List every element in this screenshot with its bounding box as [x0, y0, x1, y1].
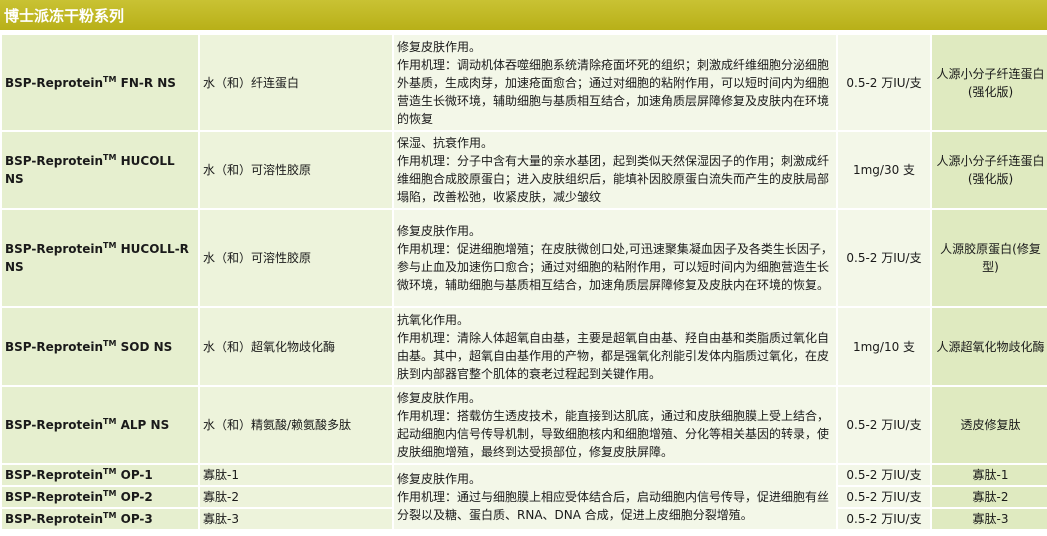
product-name: BSP-ReproteinTM OP-1: [2, 465, 198, 485]
ingredient: 寡肽-1: [200, 465, 392, 485]
table-row: BSP-ReproteinTM HUCOLL NS 水（和）可溶性胶原 保湿、抗…: [2, 132, 1047, 208]
table-row: BSP-ReproteinTM OP-1 寡肽-1 修复皮肤作用。 作用机理：通过…: [2, 465, 1047, 529]
ingredient: 水（和）纤连蛋白: [200, 35, 392, 130]
dosage: 0.5-2 万IU/支: [838, 509, 930, 529]
table-row: BSP-ReproteinTM HUCOLL-R NS 水（和）可溶性胶原 修复…: [2, 210, 1047, 306]
dosage: 0.5-2 万IU/支: [838, 35, 930, 130]
product-type: 寡肽-3: [932, 509, 1047, 529]
page-title: 博士派冻干粉系列: [4, 6, 125, 25]
ingredient: 水（和）可溶性胶原: [200, 210, 392, 306]
product-name: BSP-ReproteinTM FN-R NS: [2, 35, 198, 130]
dosage: 0.5-2 万IU/支: [838, 465, 930, 485]
ingredient: 寡肽-2: [200, 487, 392, 507]
product-type: 人源小分子纤连蛋白(强化版): [932, 35, 1047, 130]
table-row: BSP-ReproteinTM ALP NS 水（和）精氨酸/赖氨酸多肽 修复皮…: [2, 387, 1047, 463]
product-name: BSP-ReproteinTM HUCOLL-R NS: [2, 210, 198, 306]
dosage: 1mg/10 支: [838, 308, 930, 385]
product-type: 人源胶原蛋白(修复型): [932, 210, 1047, 306]
title-bar: 博士派冻干粉系列: [0, 0, 1047, 30]
description: 修复皮肤作用。 作用机理：搭载仿生透皮技术，能直接到达肌底，通过和皮肤细胞膜上受上…: [394, 387, 836, 463]
table-row: BSP-ReproteinTM FN-R NS 水（和）纤连蛋白 修复皮肤作用。…: [2, 35, 1047, 130]
product-type: 寡肽-2: [932, 487, 1047, 507]
description: 保湿、抗衰作用。 作用机理：分子中含有大量的亲水基团，起到类似天然保湿因子的作用；…: [394, 132, 836, 208]
dosage: 0.5-2 万IU/支: [838, 487, 930, 507]
ingredient: 水（和）可溶性胶原: [200, 132, 392, 208]
product-type: 寡肽-1: [932, 465, 1047, 485]
dosage: 0.5-2 万IU/支: [838, 387, 930, 463]
ingredient: 寡肽-3: [200, 509, 392, 529]
product-name: BSP-ReproteinTM OP-3: [2, 509, 198, 529]
product-type: 人源小分子纤连蛋白(强化版): [932, 132, 1047, 208]
description: 修复皮肤作用。 作用机理：促进细胞增殖；在皮肤微创口处,可迅速聚集凝血因子及各类生…: [394, 210, 836, 306]
product-name: BSP-ReproteinTM ALP NS: [2, 387, 198, 463]
product-name: BSP-ReproteinTM SOD NS: [2, 308, 198, 385]
product-name: BSP-ReproteinTM HUCOLL NS: [2, 132, 198, 208]
product-type: 人源超氧化物歧化酶: [932, 308, 1047, 385]
table-row: BSP-ReproteinTM SOD NS 水（和）超氧化物歧化酶 抗氧化作用…: [2, 308, 1047, 385]
product-table: BSP-ReproteinTM FN-R NS 水（和）纤连蛋白 修复皮肤作用。…: [0, 33, 1047, 531]
dosage: 0.5-2 万IU/支: [838, 210, 930, 306]
product-name: BSP-ReproteinTM OP-2: [2, 487, 198, 507]
product-type: 透皮修复肽: [932, 387, 1047, 463]
description: 修复皮肤作用。 作用机理：调动机体吞噬细胞系统清除疮面坏死的组织；刺激成纤维细胞分…: [394, 35, 836, 130]
ingredient: 水（和）精氨酸/赖氨酸多肽: [200, 387, 392, 463]
description: 修复皮肤作用。 作用机理：通过与细胞膜上相应受体结合后，启动细胞内信号传导，促进细…: [394, 465, 836, 529]
dosage: 1mg/30 支: [838, 132, 930, 208]
ingredient: 水（和）超氧化物歧化酶: [200, 308, 392, 385]
description: 抗氧化作用。 作用机理：清除人体超氧自由基，主要是超氧自由基、羟自由基和类脂质过氧…: [394, 308, 836, 385]
